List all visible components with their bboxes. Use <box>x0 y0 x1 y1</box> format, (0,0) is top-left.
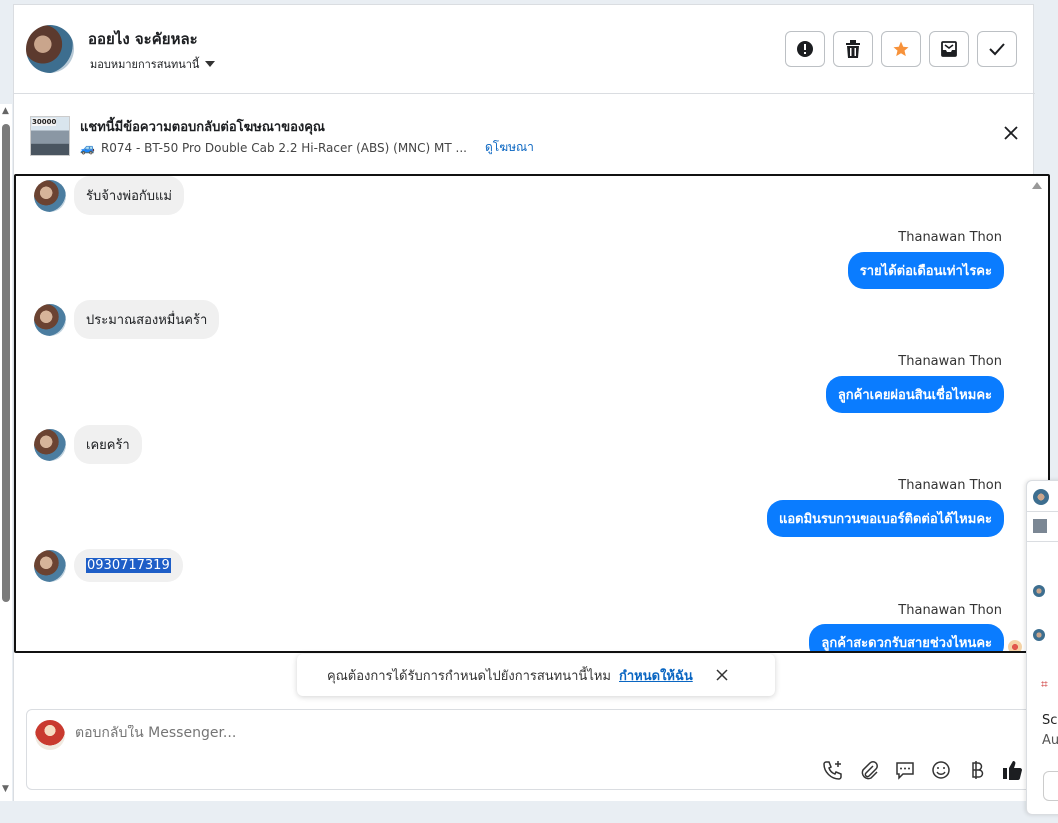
check-icon <box>989 43 1005 56</box>
sender-name: Thanawan Thon <box>898 603 1002 618</box>
message-thread[interactable]: รับจ้างพ่อกับแม่ Thanawan Thon รายได้ต่อ… <box>14 174 1050 653</box>
close-icon[interactable] <box>715 668 729 682</box>
message-bubble-outgoing[interactable]: แอดมินรบกวนขอเบอร์ติดต่อได้ไหมคะ <box>766 500 1004 537</box>
divider <box>1027 511 1058 512</box>
avatar <box>1033 629 1045 641</box>
close-icon <box>1004 126 1018 140</box>
peek-text: Sc <box>1042 713 1058 728</box>
like-button[interactable] <box>1001 758 1025 782</box>
star-icon <box>893 41 909 57</box>
scroll-down-icon[interactable]: ▼ <box>2 784 9 794</box>
add-call-button[interactable] <box>821 758 845 782</box>
peek-box[interactable] <box>1043 771 1058 801</box>
attach-icon <box>861 761 878 780</box>
avatar[interactable] <box>34 549 66 582</box>
scroll-thumb[interactable] <box>2 124 10 602</box>
avatar[interactable] <box>26 25 74 73</box>
view-ad-link[interactable]: ดูโฆษณา <box>485 138 534 157</box>
emoji-button[interactable] <box>929 758 953 782</box>
add-call-icon <box>823 761 842 780</box>
message-bubble-outgoing[interactable]: ลูกค้าเคยผ่อนสินเชื่อไหมคะ <box>825 376 1004 413</box>
reply-composer <box>26 709 1046 790</box>
thread-scroll-up-icon[interactable] <box>1032 182 1042 189</box>
message-bubble-outgoing[interactable]: ลูกค้าสะดวกรับสายช่วงไหนคะ <box>809 624 1004 651</box>
attach-button[interactable] <box>857 758 881 782</box>
message-bubble[interactable]: ประมาณสองหมื่นคร้า <box>74 300 220 339</box>
close-banner-button[interactable] <box>1000 122 1022 144</box>
saved-reply-button[interactable] <box>893 758 917 782</box>
app-window: ▲ ▼ ออยไง จะคัยหละ มอบหมายการสนทนานี้ 30… <box>0 0 1058 823</box>
sender-name: Thanawan Thon <box>898 354 1002 369</box>
sender-name: Thanawan Thon <box>898 478 1002 493</box>
message-incoming: ประมาณสองหมื่นคร้า <box>34 300 220 339</box>
message-bubble-outgoing[interactable]: รายได้ต่อเดือนเท่าไรคะ <box>847 252 1004 289</box>
reply-input[interactable] <box>75 725 775 741</box>
mark-done-button[interactable] <box>977 31 1017 67</box>
move-to-inbox-button[interactable] <box>929 31 969 67</box>
emoji-icon <box>932 761 950 779</box>
message-incoming: 0930717319 <box>34 549 183 582</box>
sender-name: Thanawan Thon <box>898 230 1002 245</box>
message-incoming: เคยคร้า <box>34 425 142 464</box>
composer-tools <box>821 758 1025 782</box>
ad-thumb-text: 30000 <box>32 118 57 126</box>
saved-reply-icon <box>896 762 914 780</box>
brand-icon: ⌗ <box>1041 677 1048 691</box>
chevron-down-icon <box>205 61 216 67</box>
ad-thumbnail <box>1033 519 1047 533</box>
baht-icon <box>972 761 984 779</box>
avatar[interactable] <box>34 428 66 461</box>
delete-button[interactable] <box>833 31 873 67</box>
assign-label: มอบหมายการสนทนานี้ <box>90 58 200 71</box>
mark-spam-button[interactable] <box>785 31 825 67</box>
trash-icon <box>846 40 860 58</box>
seen-avatar <box>1008 640 1022 651</box>
conversation-header: ออยไง จะคัยหละ มอบหมายการสนทนานี้ <box>14 5 1035 94</box>
scroll-up-icon[interactable]: ▲ <box>2 106 9 116</box>
conversation-panel: ออยไง จะคัยหละ มอบหมายการสนทนานี้ 30000 … <box>13 4 1050 801</box>
message-bubble[interactable]: 0930717319 <box>74 549 183 582</box>
contact-name[interactable]: ออยไง จะคัยหละ <box>88 27 198 51</box>
ad-product-line: 🚙 R074 - BT-50 Pro Double Cab 2.2 Hi-Rac… <box>80 138 534 157</box>
assign-to-me-link[interactable]: กำหนดให้ฉัน <box>619 665 693 686</box>
alert-icon <box>797 41 813 57</box>
archive-icon <box>941 41 957 57</box>
assign-suggestion-toast: คุณต้องการได้รับการกำหนดไปยังการสนทนานี้… <box>297 654 775 696</box>
toast-text: คุณต้องการได้รับการกำหนดไปยังการสนทนานี้… <box>327 668 611 684</box>
ad-product-name: R074 - BT-50 Pro Double Cab 2.2 Hi-Racer… <box>100 140 467 155</box>
left-scrollbar[interactable]: ▲ ▼ <box>0 104 12 801</box>
star-button[interactable] <box>881 31 921 67</box>
peek-text: Au <box>1042 733 1058 748</box>
ad-thumbnail[interactable]: 30000 <box>30 116 70 156</box>
avatar <box>1033 585 1045 597</box>
avatar[interactable] <box>34 179 66 212</box>
divider <box>1027 541 1058 542</box>
message-incoming: รับจ้างพ่อกับแม่ <box>34 176 184 215</box>
avatar[interactable] <box>34 303 66 336</box>
avatar <box>1033 489 1049 505</box>
avatar <box>35 720 65 750</box>
car-icon: 🚙 <box>80 140 95 155</box>
side-preview-panel[interactable]: ⌗ Sc Au <box>1026 480 1058 815</box>
header-actions <box>785 31 1017 67</box>
ad-banner-title: แชทนี้มีข้อความตอบกลับต่อโฆษณาของคุณ <box>80 120 325 135</box>
like-icon <box>1003 761 1022 780</box>
ad-reply-banner: 30000 แชทนี้มีข้อความตอบกลับต่อโฆษณาของค… <box>14 94 1035 174</box>
selected-phone-number[interactable]: 0930717319 <box>86 558 171 573</box>
message-bubble[interactable]: เคยคร้า <box>74 425 142 464</box>
message-bubble[interactable]: รับจ้างพ่อกับแม่ <box>74 176 184 215</box>
payment-button[interactable] <box>965 758 989 782</box>
assign-dropdown[interactable]: มอบหมายการสนทนานี้ <box>90 55 216 73</box>
